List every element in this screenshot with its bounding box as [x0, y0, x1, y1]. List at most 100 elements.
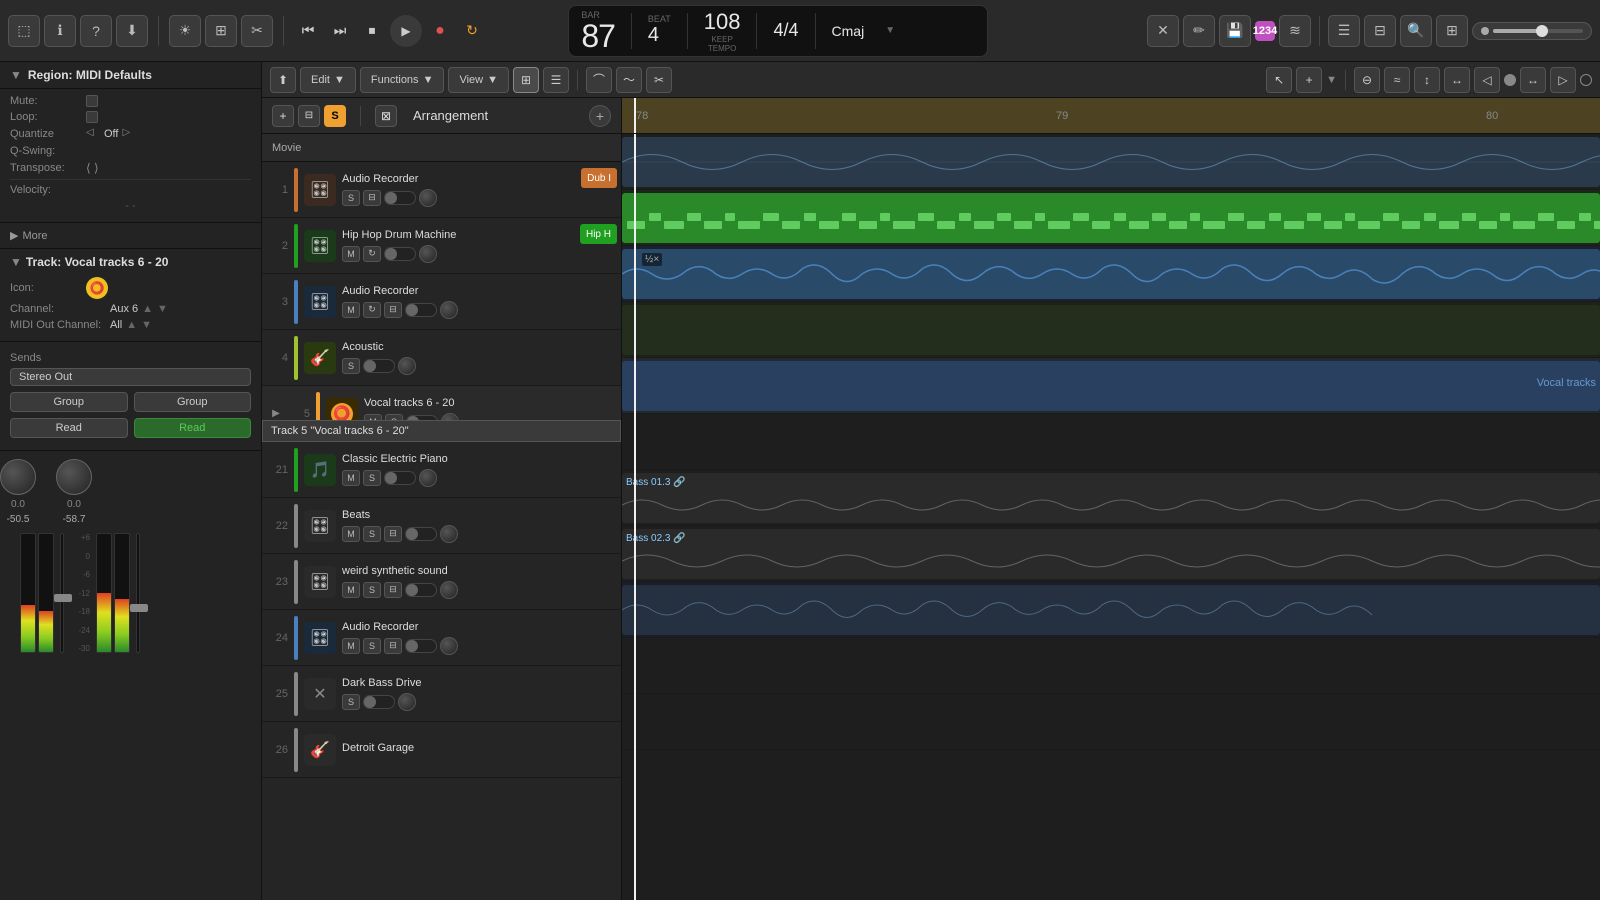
- functions-menu-btn[interactable]: Functions ▼: [360, 67, 445, 93]
- floppy-btn[interactable]: 💾: [1219, 15, 1251, 47]
- volume-handle[interactable]: [1536, 25, 1548, 37]
- track-knob-1[interactable]: [419, 189, 437, 207]
- clip-2[interactable]: [622, 193, 1600, 243]
- pan-knob-left[interactable]: [0, 459, 36, 495]
- track-loop-btn-3[interactable]: ↻: [363, 302, 381, 318]
- transport-dropdown[interactable]: ▼: [880, 16, 900, 46]
- quantize-next-btn[interactable]: ▷: [122, 127, 136, 141]
- volume-slider-container[interactable]: [1472, 22, 1592, 40]
- midi-btn[interactable]: ⊟: [1364, 15, 1396, 47]
- track-knob-23[interactable]: [440, 581, 458, 599]
- track-toggle-24[interactable]: [405, 639, 437, 653]
- track-s-btn-1[interactable]: S: [342, 190, 360, 206]
- clip-3[interactable]: ½×: [622, 249, 1600, 299]
- track-toggle-21[interactable]: [384, 471, 416, 485]
- fader-handle-l[interactable]: [54, 594, 72, 602]
- flex-btn[interactable]: ⊞: [1436, 15, 1468, 47]
- track-knob-4[interactable]: [398, 357, 416, 375]
- mute-checkbox[interactable]: [86, 95, 98, 107]
- region-collapse-btn[interactable]: ▼: [10, 68, 22, 82]
- track-s-btn-21[interactable]: S: [363, 470, 381, 486]
- track-toggle-23[interactable]: [405, 583, 437, 597]
- search-btn[interactable]: 🔍: [1400, 15, 1432, 47]
- track-toggle-1[interactable]: [384, 191, 416, 205]
- track-knob-2[interactable]: [419, 245, 437, 263]
- track-m-btn-23[interactable]: M: [342, 582, 360, 598]
- track-m-btn-21[interactable]: M: [342, 470, 360, 486]
- track-row-3[interactable]: 3 🎛 Audio Recorder M ↻ ⊟: [262, 274, 621, 330]
- track-midi-btn-22[interactable]: ⊟: [384, 526, 402, 542]
- fit-width-btn[interactable]: ↔: [1520, 67, 1546, 93]
- read-btn-left[interactable]: Read: [10, 418, 128, 438]
- waveform-btn[interactable]: ≈: [1384, 67, 1410, 93]
- download-btn[interactable]: ⬇: [116, 15, 148, 47]
- play-btn[interactable]: ▶: [390, 15, 422, 47]
- tempo-display[interactable]: 108 KEEP TEMPO: [704, 9, 741, 53]
- stereo-out-btn[interactable]: Stereo Out: [10, 368, 251, 386]
- midi-out-up-btn[interactable]: ▲: [126, 319, 137, 331]
- view-menu-btn[interactable]: View ▼: [448, 67, 509, 93]
- arrangement-add-btn[interactable]: +: [272, 105, 294, 127]
- beat-display[interactable]: BEAT 4: [648, 14, 671, 47]
- collapse-all-btn[interactable]: ⬆: [270, 67, 296, 93]
- wave-tool-btn[interactable]: 〜: [616, 67, 642, 93]
- track-row-5[interactable]: ▶ 5 ⭕ Vocal tracks 6 - 20 M S: [262, 386, 621, 442]
- track-midi-btn-3[interactable]: ⊟: [384, 302, 402, 318]
- track-knob-25[interactable]: [398, 693, 416, 711]
- list-view-btn-2[interactable]: ☰: [543, 67, 569, 93]
- arrangement-s-btn[interactable]: S: [324, 105, 346, 127]
- track-toggle-25[interactable]: [363, 695, 395, 709]
- track-m-btn-3[interactable]: M: [342, 302, 360, 318]
- fader-track-l[interactable]: [60, 533, 64, 653]
- group-btn-left[interactable]: Group: [10, 392, 128, 412]
- volume-track[interactable]: [1493, 29, 1583, 33]
- timesig-display[interactable]: 4/4: [773, 20, 798, 41]
- grid-left-btn[interactable]: ◁: [1474, 67, 1500, 93]
- fader-handle-r[interactable]: [130, 604, 148, 612]
- to-start-btn[interactable]: ⏹: [358, 17, 386, 45]
- pan-knob-right[interactable]: [56, 459, 92, 495]
- track-m-btn-24[interactable]: M: [342, 638, 360, 654]
- track-toggle-2[interactable]: [384, 247, 416, 261]
- track-s-btn-23[interactable]: S: [363, 582, 381, 598]
- channel-up-btn[interactable]: ▲: [142, 303, 153, 315]
- track-knob-21[interactable]: [419, 469, 437, 487]
- track-row-26[interactable]: 26 🎸 Detroit Garage: [262, 722, 621, 778]
- left-fader[interactable]: [60, 533, 64, 900]
- track-collapse-btn[interactable]: ▼: [10, 255, 22, 269]
- track-s-btn-24[interactable]: S: [363, 638, 381, 654]
- track-icon-preview[interactable]: ⭕: [86, 277, 108, 299]
- fast-forward-btn[interactable]: ⏭: [326, 17, 354, 45]
- clip-22[interactable]: Bass 01.3 🔗: [622, 473, 1600, 523]
- track-m-btn-2[interactable]: M: [342, 246, 360, 262]
- track-midi-btn-1[interactable]: ⊟: [363, 190, 381, 206]
- midi-out-down-btn[interactable]: ▼: [141, 319, 152, 331]
- zoom-hminus-btn[interactable]: ⊖: [1354, 67, 1380, 93]
- timeline-ruler[interactable]: 78 79 80: [622, 98, 1600, 134]
- stretch-btn[interactable]: ↔: [1444, 67, 1470, 93]
- right-fader[interactable]: [136, 533, 140, 900]
- track-knob-24[interactable]: [440, 637, 458, 655]
- tracks-scroll[interactable]: ½× Vocal tracks: [622, 134, 1600, 900]
- quantize-prev-btn[interactable]: ◁: [86, 127, 100, 141]
- clip-23[interactable]: Bass 02.3 🔗: [622, 529, 1600, 579]
- more-section[interactable]: ▶ More: [0, 223, 261, 249]
- clip-4[interactable]: [622, 305, 1600, 355]
- track-row-2[interactable]: 2 🎛 Hip Hop Drum Machine M ↻ Hip H: [262, 218, 621, 274]
- pointer-tool-btn[interactable]: ↖: [1266, 67, 1292, 93]
- clip-24[interactable]: [622, 585, 1600, 635]
- track-row-21[interactable]: 21 🎵 Classic Electric Piano M S: [262, 442, 621, 498]
- grid-view-btn[interactable]: ⊞: [513, 67, 539, 93]
- info-btn[interactable]: ℹ: [44, 15, 76, 47]
- track-toggle-3[interactable]: [405, 303, 437, 317]
- read-btn-right[interactable]: Read: [134, 418, 252, 438]
- track-row-25[interactable]: 25 ✕ Dark Bass Drive S: [262, 666, 621, 722]
- track-row-24[interactable]: 24 🎛 Audio Recorder M S ⊟: [262, 610, 621, 666]
- rewind-btn[interactable]: ⏮: [294, 17, 322, 45]
- track-toggle-22[interactable]: [405, 527, 437, 541]
- clip-1[interactable]: [622, 137, 1600, 187]
- track-row-1[interactable]: 1 🎛 Audio Recorder S ⊟ Dub I: [262, 162, 621, 218]
- library-btn[interactable]: ⬚: [8, 15, 40, 47]
- bar-display[interactable]: BAR 87: [581, 10, 615, 52]
- close-btn[interactable]: ✕: [1147, 15, 1179, 47]
